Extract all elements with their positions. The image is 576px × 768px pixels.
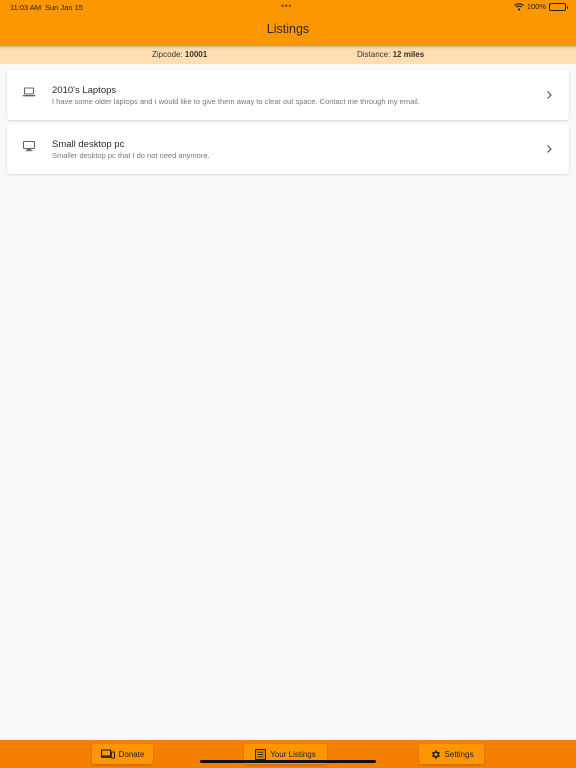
filter-bar: Zipcode: 10001 Distance: 12 miles — [0, 46, 576, 64]
tab-donate-label: Donate — [118, 749, 145, 759]
battery-icon — [549, 2, 568, 11]
status-time: 11:03 AM — [10, 3, 42, 12]
status-bar: 11:03 AM Sun Jan 15 ••• 100% — [0, 0, 576, 14]
status-right: 100% — [513, 2, 568, 11]
tab-settings-label: Settings — [444, 749, 474, 759]
gear-icon — [431, 749, 440, 759]
home-indicator — [200, 760, 376, 763]
distance-label: Distance: — [357, 50, 391, 59]
listing-description: I have some older laptops and I would li… — [52, 97, 420, 106]
bottom-nav: Donate Your Listings Settings — [0, 740, 576, 768]
chevron-right-icon — [547, 91, 552, 99]
listing-card[interactable]: 2010's Laptops I have some older laptops… — [7, 70, 569, 120]
laptop-icon — [22, 87, 36, 97]
listing-title: Small desktop pc — [52, 139, 125, 150]
multitasking-dots-icon[interactable]: ••• — [281, 1, 292, 11]
app-header: 11:03 AM Sun Jan 15 ••• 100% Listings — [0, 0, 576, 46]
wifi-icon — [513, 2, 524, 11]
tab-your-listings-label: Your Listings — [270, 749, 316, 759]
distance-value: 12 miles — [392, 50, 425, 59]
chevron-right-icon — [547, 145, 552, 153]
listing-card[interactable]: Small desktop pc Smaller desktop pc that… — [7, 124, 569, 174]
battery-percent: 100% — [526, 2, 546, 11]
tab-settings[interactable]: Settings — [419, 744, 484, 764]
listing-description: Smaller desktop pc that I do not need an… — [52, 151, 210, 160]
zipcode-filter[interactable]: Zipcode: 10001 — [152, 50, 207, 59]
status-date: Sun Jan 15 — [45, 3, 83, 12]
listing-title: 2010's Laptops — [52, 85, 117, 96]
devices-icon — [100, 749, 115, 759]
list-icon — [255, 748, 267, 760]
zipcode-label: Zipcode: — [152, 50, 183, 59]
desktop-icon — [22, 140, 36, 152]
zipcode-value: 10001 — [184, 50, 208, 59]
tab-donate[interactable]: Donate — [92, 744, 153, 764]
distance-filter[interactable]: Distance: 12 miles — [357, 50, 424, 59]
page-title: Listings — [266, 22, 310, 36]
